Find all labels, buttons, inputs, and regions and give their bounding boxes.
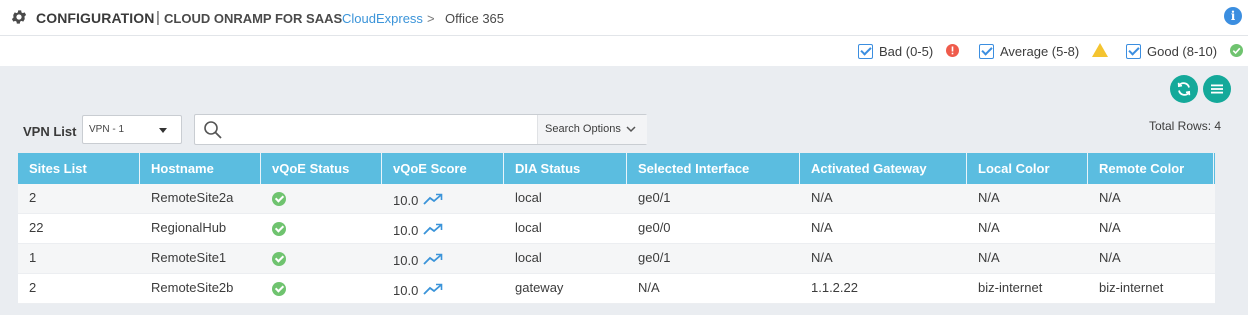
cell-dia-status: local bbox=[515, 190, 542, 205]
cell-gateway: N/A bbox=[811, 190, 833, 205]
cell-remote-color: N/A bbox=[1099, 250, 1121, 265]
bad-checkbox[interactable] bbox=[858, 43, 873, 59]
title-separator: | bbox=[156, 9, 160, 26]
trend-up-icon[interactable] bbox=[423, 283, 443, 295]
filter-bad[interactable]: Bad (0-5) bbox=[858, 41, 933, 61]
table-row[interactable]: 1 RemoteSite1 10.0 local ge0/1 N/A N/A N… bbox=[18, 244, 1215, 274]
trend-up-icon[interactable] bbox=[423, 253, 443, 265]
table-body: 2 RemoteSite2a 10.0 local ge0/1 N/A N/A … bbox=[18, 184, 1215, 304]
cell-hostname: RemoteSite2a bbox=[151, 190, 234, 205]
cell-local-color: N/A bbox=[978, 220, 1000, 235]
check-circle-icon bbox=[272, 222, 286, 236]
breadcrumb-current: Office 365 bbox=[445, 11, 505, 26]
column-header-remote-color[interactable]: Remote Color bbox=[1088, 153, 1214, 184]
warning-icon bbox=[1092, 43, 1108, 57]
cell-gateway: 1.1.2.22 bbox=[811, 280, 858, 295]
cell-score: 10.0 bbox=[393, 253, 419, 268]
search-icon bbox=[204, 121, 222, 139]
breadcrumb-cloudexpress-link[interactable]: CloudExpress bbox=[342, 11, 423, 26]
check-circle-icon bbox=[272, 282, 286, 296]
cell-hostname: RegionalHub bbox=[151, 220, 227, 235]
bad-label: Bad (0-5) bbox=[879, 43, 934, 59]
cell-interface: ge0/1 bbox=[638, 250, 671, 265]
check-circle-icon bbox=[272, 192, 286, 206]
column-header-selected-interface[interactable]: Selected Interface bbox=[627, 153, 800, 184]
filter-average[interactable]: Average (5-8) bbox=[979, 41, 1079, 61]
error-icon bbox=[946, 44, 959, 57]
breadcrumb-separator: > bbox=[427, 11, 435, 26]
column-header-hostname[interactable]: Hostname bbox=[140, 153, 261, 184]
cell-site: 2 bbox=[29, 280, 37, 295]
cell-site: 2 bbox=[29, 190, 37, 205]
cell-local-color: N/A bbox=[978, 250, 1000, 265]
cell-interface: ge0/1 bbox=[638, 190, 671, 205]
cell-remote-color: N/A bbox=[1099, 220, 1121, 235]
search-options-label: Search Options bbox=[545, 123, 621, 135]
cell-local-color: biz-internet bbox=[978, 280, 1043, 295]
cell-gateway: N/A bbox=[811, 250, 833, 265]
page-title: CONFIGURATION bbox=[36, 10, 155, 26]
column-header-vqoe-score[interactable]: vQoE Score bbox=[382, 153, 504, 184]
cell-remote-color: biz-internet bbox=[1099, 280, 1164, 295]
vpn-list-label: VPN List bbox=[23, 124, 77, 139]
trend-up-icon[interactable] bbox=[423, 193, 443, 205]
vpn-select[interactable]: VPN - 1 bbox=[82, 115, 182, 144]
average-label: Average (5-8) bbox=[1000, 43, 1080, 59]
filter-good[interactable]: Good (8-10) bbox=[1126, 41, 1217, 61]
check-circle-icon bbox=[272, 252, 286, 266]
check-icon bbox=[1230, 44, 1243, 57]
column-header-dia-status[interactable]: DIA Status bbox=[504, 153, 627, 184]
search-options-button[interactable]: Search Options bbox=[537, 115, 647, 144]
menu-icon bbox=[1211, 84, 1223, 94]
refresh-button[interactable] bbox=[1170, 75, 1198, 103]
good-label: Good (8-10) bbox=[1147, 43, 1218, 59]
cell-site: 22 bbox=[29, 220, 44, 235]
table-row[interactable]: 2 RemoteSite2a 10.0 local ge0/1 N/A N/A … bbox=[18, 184, 1215, 214]
cell-interface: N/A bbox=[638, 280, 660, 295]
cell-dia-status: local bbox=[515, 250, 542, 265]
column-header-activated-gateway[interactable]: Activated Gateway bbox=[800, 153, 967, 184]
column-header-local-color[interactable]: Local Color bbox=[967, 153, 1088, 184]
search-box: Search Options bbox=[194, 114, 647, 145]
cell-hostname: RemoteSite2b bbox=[151, 280, 234, 295]
caret-down-icon bbox=[159, 128, 167, 133]
page-subtitle: CLOUD ONRAMP FOR SAAS bbox=[164, 11, 343, 26]
trend-up-icon[interactable] bbox=[423, 223, 443, 235]
cell-score: 10.0 bbox=[393, 283, 419, 298]
cell-score: 10.0 bbox=[393, 193, 419, 208]
cell-dia-status: gateway bbox=[515, 280, 564, 295]
column-header-sites-list[interactable]: Sites List bbox=[18, 153, 140, 184]
cell-hostname: RemoteSite1 bbox=[151, 250, 227, 265]
table-row[interactable]: 2 RemoteSite2b 10.0 gateway N/A 1.1.2.22… bbox=[18, 274, 1215, 304]
table-header: Sites List Hostname vQoE Status vQoE Sco… bbox=[18, 153, 1215, 184]
refresh-icon bbox=[1177, 82, 1191, 96]
status-legend: Bad (0-5) Average (5-8) Good (8-10) bbox=[0, 36, 1248, 66]
table-row[interactable]: 22 RegionalHub 10.0 local ge0/0 N/A N/A … bbox=[18, 214, 1215, 244]
page-header: CONFIGURATION | CLOUD ONRAMP FOR SAAS Cl… bbox=[0, 0, 1248, 36]
menu-button[interactable] bbox=[1203, 75, 1231, 103]
cell-local-color: N/A bbox=[978, 190, 1000, 205]
total-rows-count: Total Rows: 4 bbox=[1149, 119, 1222, 133]
info-icon[interactable]: i bbox=[1224, 7, 1242, 25]
average-checkbox[interactable] bbox=[979, 43, 994, 59]
chevron-down-icon bbox=[626, 126, 636, 133]
cell-gateway: N/A bbox=[811, 220, 833, 235]
cell-score: 10.0 bbox=[393, 223, 419, 238]
cell-remote-color: N/A bbox=[1099, 190, 1121, 205]
cell-dia-status: local bbox=[515, 220, 542, 235]
cell-site: 1 bbox=[29, 250, 37, 265]
good-checkbox[interactable] bbox=[1126, 43, 1141, 59]
search-input[interactable] bbox=[229, 116, 529, 143]
vpn-select-value: VPN - 1 bbox=[89, 124, 125, 135]
sites-table: Sites List Hostname vQoE Status vQoE Sco… bbox=[18, 153, 1215, 304]
cell-interface: ge0/0 bbox=[638, 220, 671, 235]
column-header-vqoe-status[interactable]: vQoE Status bbox=[261, 153, 382, 184]
gear-icon bbox=[11, 10, 27, 24]
